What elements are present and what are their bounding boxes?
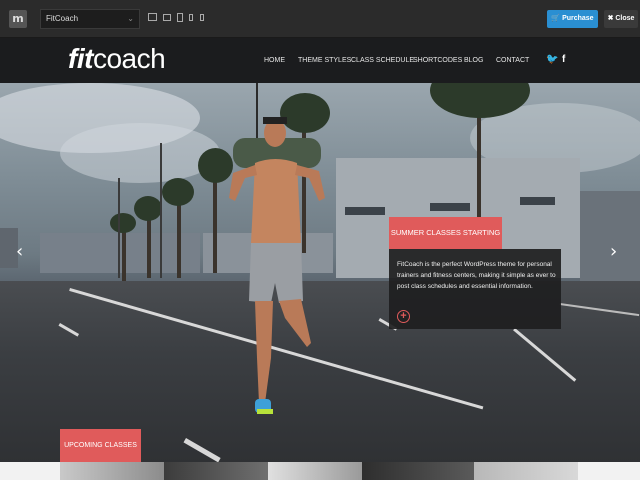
small-phone-view-icon[interactable]: [200, 14, 204, 21]
logo-light: coach: [92, 43, 166, 74]
site-logo[interactable]: fitcoach: [68, 43, 166, 74]
class-thumbnail[interactable]: [474, 462, 578, 480]
athlete-figure: [229, 117, 325, 414]
demo-logo[interactable]: m: [9, 10, 27, 28]
class-thumbnail[interactable]: [268, 462, 362, 480]
tablet-view-icon[interactable]: [177, 13, 183, 22]
class-thumbnail[interactable]: [164, 462, 268, 480]
building: [40, 233, 200, 273]
desktop-view-icon[interactable]: [148, 13, 157, 21]
demo-toolbar: m FitCoach ⌄ 🛒 Purchase ✖ Close: [0, 0, 640, 38]
warehouse-annex: [580, 191, 640, 281]
chevron-down-icon: ⌄: [127, 14, 134, 23]
nav-shortcodes[interactable]: SHORTCODES: [413, 57, 462, 64]
logo-bold: fit: [68, 43, 93, 74]
purchase-label: Purchase: [562, 15, 594, 22]
purchase-button[interactable]: 🛒 Purchase: [547, 10, 598, 28]
close-button[interactable]: ✖ Close: [604, 10, 638, 28]
summer-classes-text: FitCoach is the perfect WordPress theme …: [397, 261, 556, 290]
window: [430, 203, 470, 211]
phone-view-icon[interactable]: [189, 14, 193, 21]
lamp-post: [118, 178, 120, 278]
class-thumbnail[interactable]: [60, 462, 164, 480]
window: [345, 207, 385, 215]
theme-select-value: FitCoach: [46, 14, 79, 23]
cloud: [60, 123, 220, 183]
nav-theme-styles[interactable]: THEME STYLES: [298, 57, 351, 64]
slider-next-arrow[interactable]: ›: [610, 241, 617, 262]
plus-circle-icon[interactable]: +: [397, 310, 410, 323]
nav-home[interactable]: HOME: [264, 57, 285, 64]
laptop-view-icon[interactable]: [163, 14, 171, 21]
close-label: Close: [615, 15, 635, 22]
twitter-icon[interactable]: 🐦: [546, 54, 558, 65]
palm-tree: [134, 196, 162, 221]
window: [520, 197, 555, 205]
theme-select[interactable]: FitCoach ⌄: [40, 9, 140, 29]
nav-blog[interactable]: BLOG: [464, 57, 483, 64]
palm-tree: [162, 178, 194, 206]
nav-contact[interactable]: CONTACT: [496, 57, 529, 64]
facebook-icon[interactable]: f: [562, 54, 565, 65]
summer-classes-title[interactable]: SUMMER CLASSES STARTING: [389, 217, 502, 249]
class-thumbnail[interactable]: [362, 462, 474, 480]
lamp-post: [160, 143, 162, 278]
palm-tree: [110, 213, 136, 233]
slider-prev-arrow[interactable]: ‹: [16, 241, 23, 262]
upcoming-classes-tab[interactable]: UPCOMING CLASSES: [60, 429, 141, 462]
nav-class-schedule[interactable]: CLASS SCHEDULE: [351, 57, 414, 64]
